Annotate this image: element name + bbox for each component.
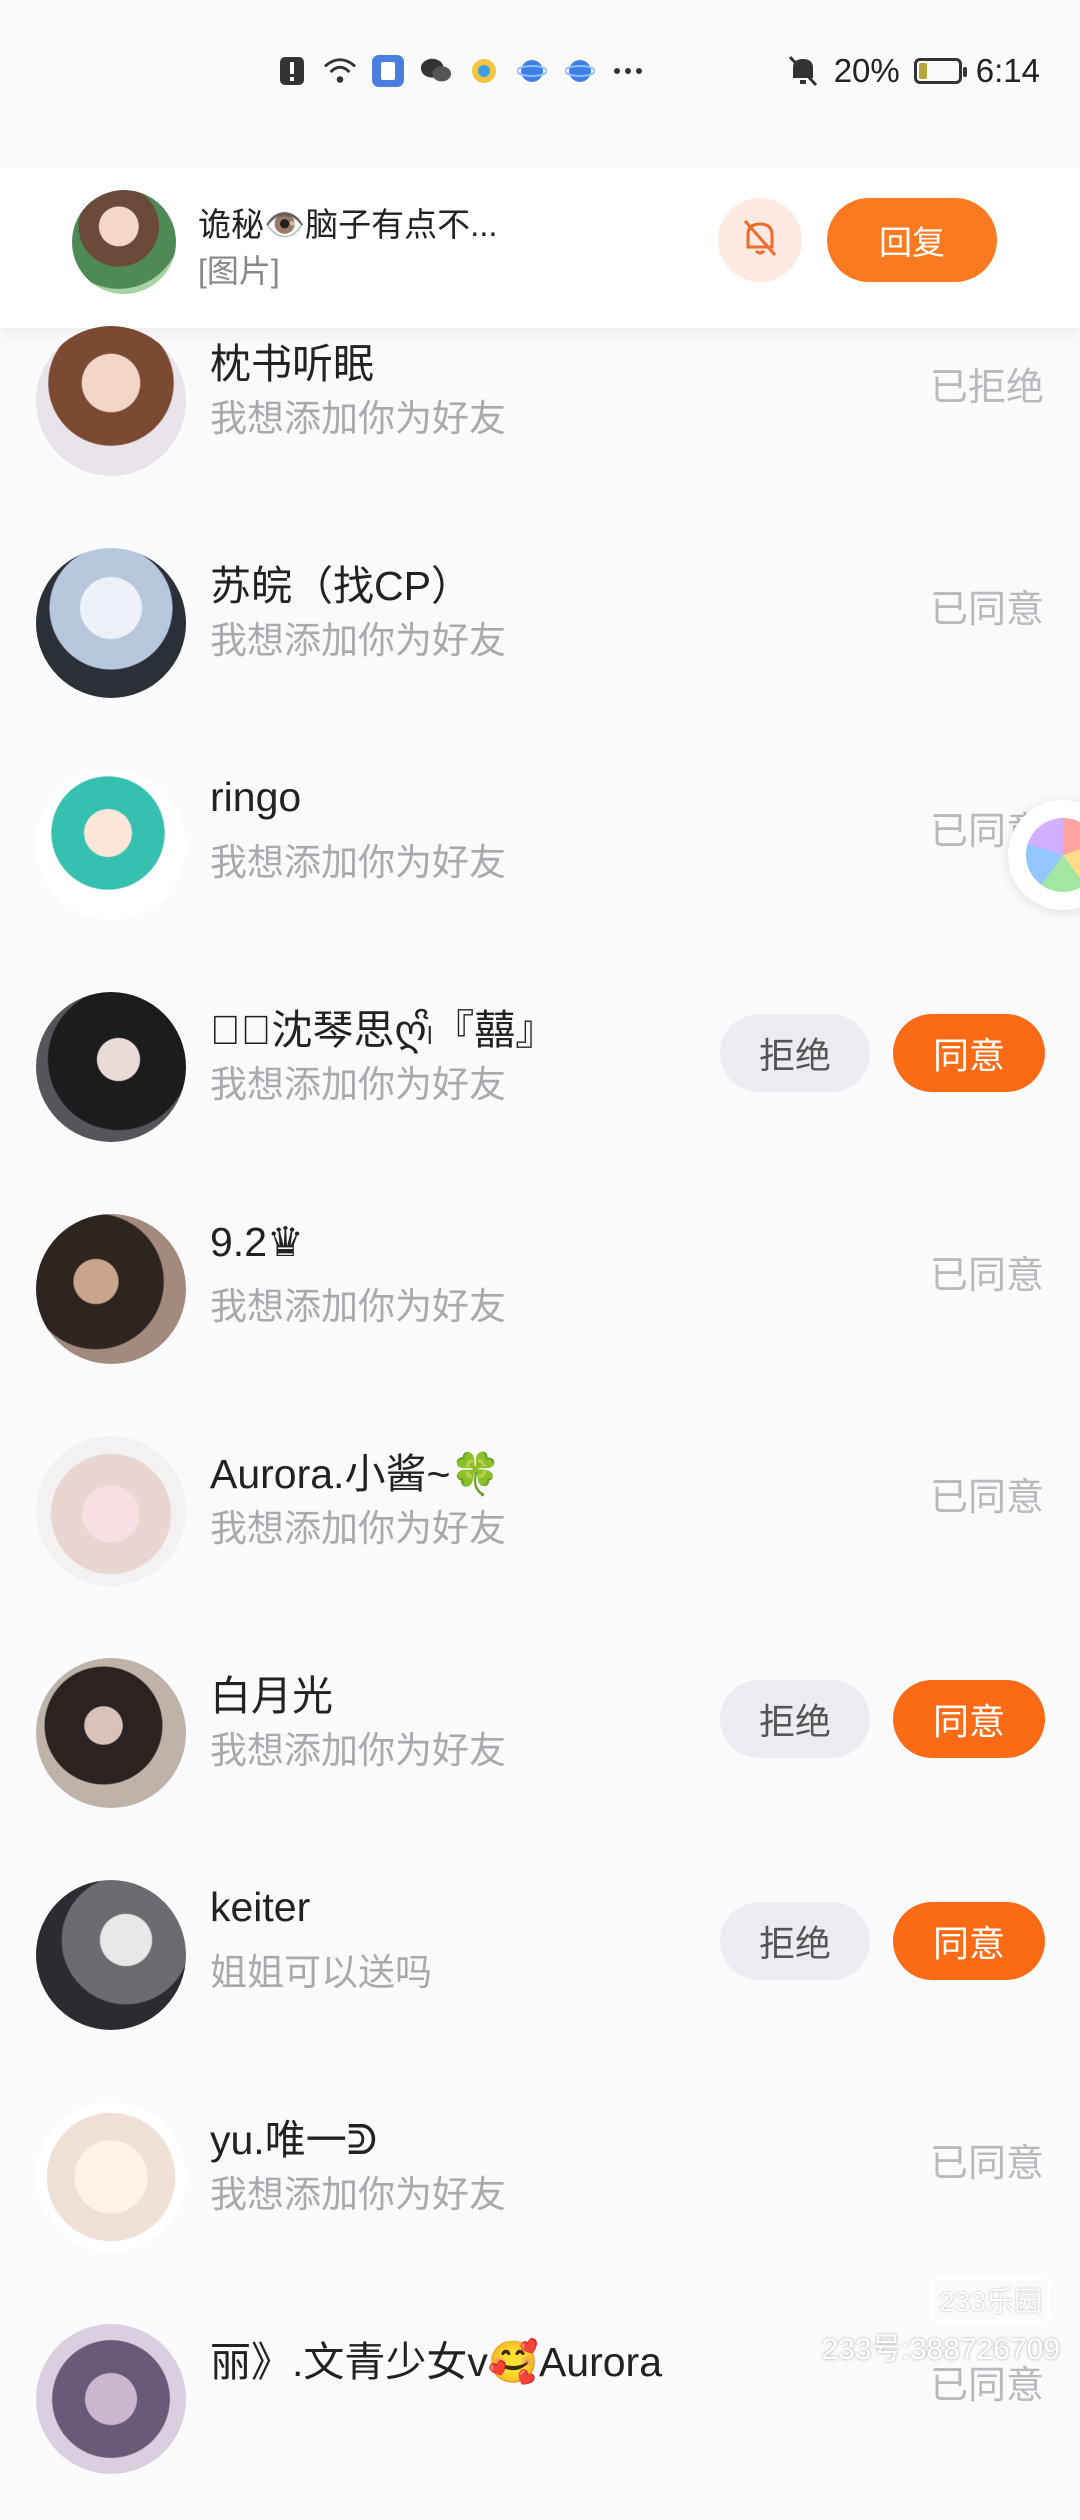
avatar[interactable] (36, 1214, 186, 1364)
list-item[interactable]: 苏皖（找CP） 我想添加你为好友 已同意 (0, 522, 1080, 744)
requester-name: 9.2♛ (210, 1219, 304, 1265)
flower-icon (1026, 818, 1080, 892)
clock: 6:14 (975, 52, 1040, 89)
request-status: 已同意 (929, 1255, 1044, 1297)
reject-button[interactable]: 拒绝 (720, 1902, 870, 1980)
planet-icon (515, 54, 549, 88)
avatar[interactable] (36, 326, 186, 476)
planet-icon (563, 54, 597, 88)
list-item[interactable]: 白月光 我想添加你为好友 拒绝 同意 (0, 1632, 1080, 1854)
list-item[interactable]: Aurora.小酱~🍀 我想添加你为好友 已同意 (0, 1410, 1080, 1632)
request-message: 我想添加你为好友 (210, 1508, 506, 1549)
accept-button[interactable]: 同意 (893, 1014, 1045, 1092)
list-item[interactable]: 9.2♛ 我想添加你为好友 已同意 (0, 1188, 1080, 1410)
requester-name: 丽》.文青少女v🥰Aurora (210, 2339, 663, 2385)
request-message: 我想添加你为好友 (210, 1286, 506, 1327)
list-item[interactable]: 𝓜ꦿ沈琴思ღ၊ᩦ『囍』 我想添加你为好友 拒绝 同意 (0, 966, 1080, 1188)
wechat-icon (419, 54, 453, 88)
request-message: 我想添加你为好友 (210, 398, 506, 439)
bell-off-icon (740, 217, 780, 264)
notification-title: 诡秘👁️脑子有点不... (198, 206, 498, 243)
notification-preview: [图片] (198, 253, 280, 289)
requester-name: 苏皖（找CP） (210, 563, 472, 609)
list-item[interactable]: yu.唯一ᕲ 我想添加你为好友 已同意 (0, 2076, 1080, 2298)
avatar[interactable] (36, 2324, 186, 2474)
list-item[interactable]: keiter 姐姐可以送吗 拒绝 同意 (0, 1854, 1080, 2076)
request-message: 我想添加你为好友 (210, 1064, 506, 1105)
request-message: 姐姐可以送吗 (210, 1952, 432, 1993)
watermark-logo: 233乐园 (931, 2278, 1050, 2322)
status-icons (275, 54, 645, 88)
app-icon (371, 54, 405, 88)
reject-button[interactable]: 拒绝 (720, 1014, 870, 1092)
request-message: 我想添加你为好友 (210, 2174, 506, 2215)
avatar (72, 190, 176, 294)
avatar[interactable] (36, 770, 186, 920)
request-status: 已同意 (929, 2143, 1044, 2185)
status-right: 20% 6:14 (786, 52, 1040, 90)
request-status: 已同意 (929, 589, 1044, 631)
requester-name: ringo (210, 774, 302, 820)
requester-name: 枕书听眠 (210, 341, 374, 387)
avatar[interactable] (36, 548, 186, 698)
bell-off-icon (786, 54, 820, 88)
avatar[interactable] (36, 1880, 186, 2030)
list-item[interactable]: ringo 我想添加你为好友 已同意 (0, 744, 1080, 966)
request-message: 我想添加你为好友 (210, 620, 506, 661)
requester-name: Aurora.小酱~🍀 (210, 1451, 502, 1497)
accept-button[interactable]: 同意 (893, 1680, 1045, 1758)
request-status: 已拒绝 (929, 367, 1044, 409)
requester-name: keiter (210, 1884, 311, 1930)
avatar[interactable] (36, 992, 186, 1142)
request-message: 我想添加你为好友 (210, 1730, 506, 1771)
requester-name: 白月光 (210, 1673, 333, 1719)
mute-button[interactable] (718, 198, 802, 282)
avatar[interactable] (36, 1658, 186, 1808)
watermark-text: 233号:388726709 (821, 2333, 1060, 2366)
list-item[interactable]: 枕书听眠 我想添加你为好友 已拒绝 (0, 300, 1080, 522)
request-message: 我想添加你为好友 (210, 842, 506, 883)
request-status: 已同意 (929, 1477, 1044, 1519)
requester-name: yu.唯一ᕲ (210, 2117, 378, 2163)
browser-icon (467, 54, 501, 88)
alert-icon (275, 54, 309, 88)
battery-icon (913, 58, 967, 84)
reply-button[interactable]: 回复 (827, 198, 997, 282)
accept-button[interactable]: 同意 (893, 1902, 1045, 1980)
more-dots-icon (611, 54, 645, 88)
status-bar: 20% 6:14 (0, 0, 1080, 150)
avatar[interactable] (36, 2102, 186, 2252)
reject-button[interactable]: 拒绝 (720, 1680, 870, 1758)
avatar[interactable] (36, 1436, 186, 1586)
battery-percent: 20% (833, 52, 900, 89)
wifi-icon (323, 54, 357, 88)
